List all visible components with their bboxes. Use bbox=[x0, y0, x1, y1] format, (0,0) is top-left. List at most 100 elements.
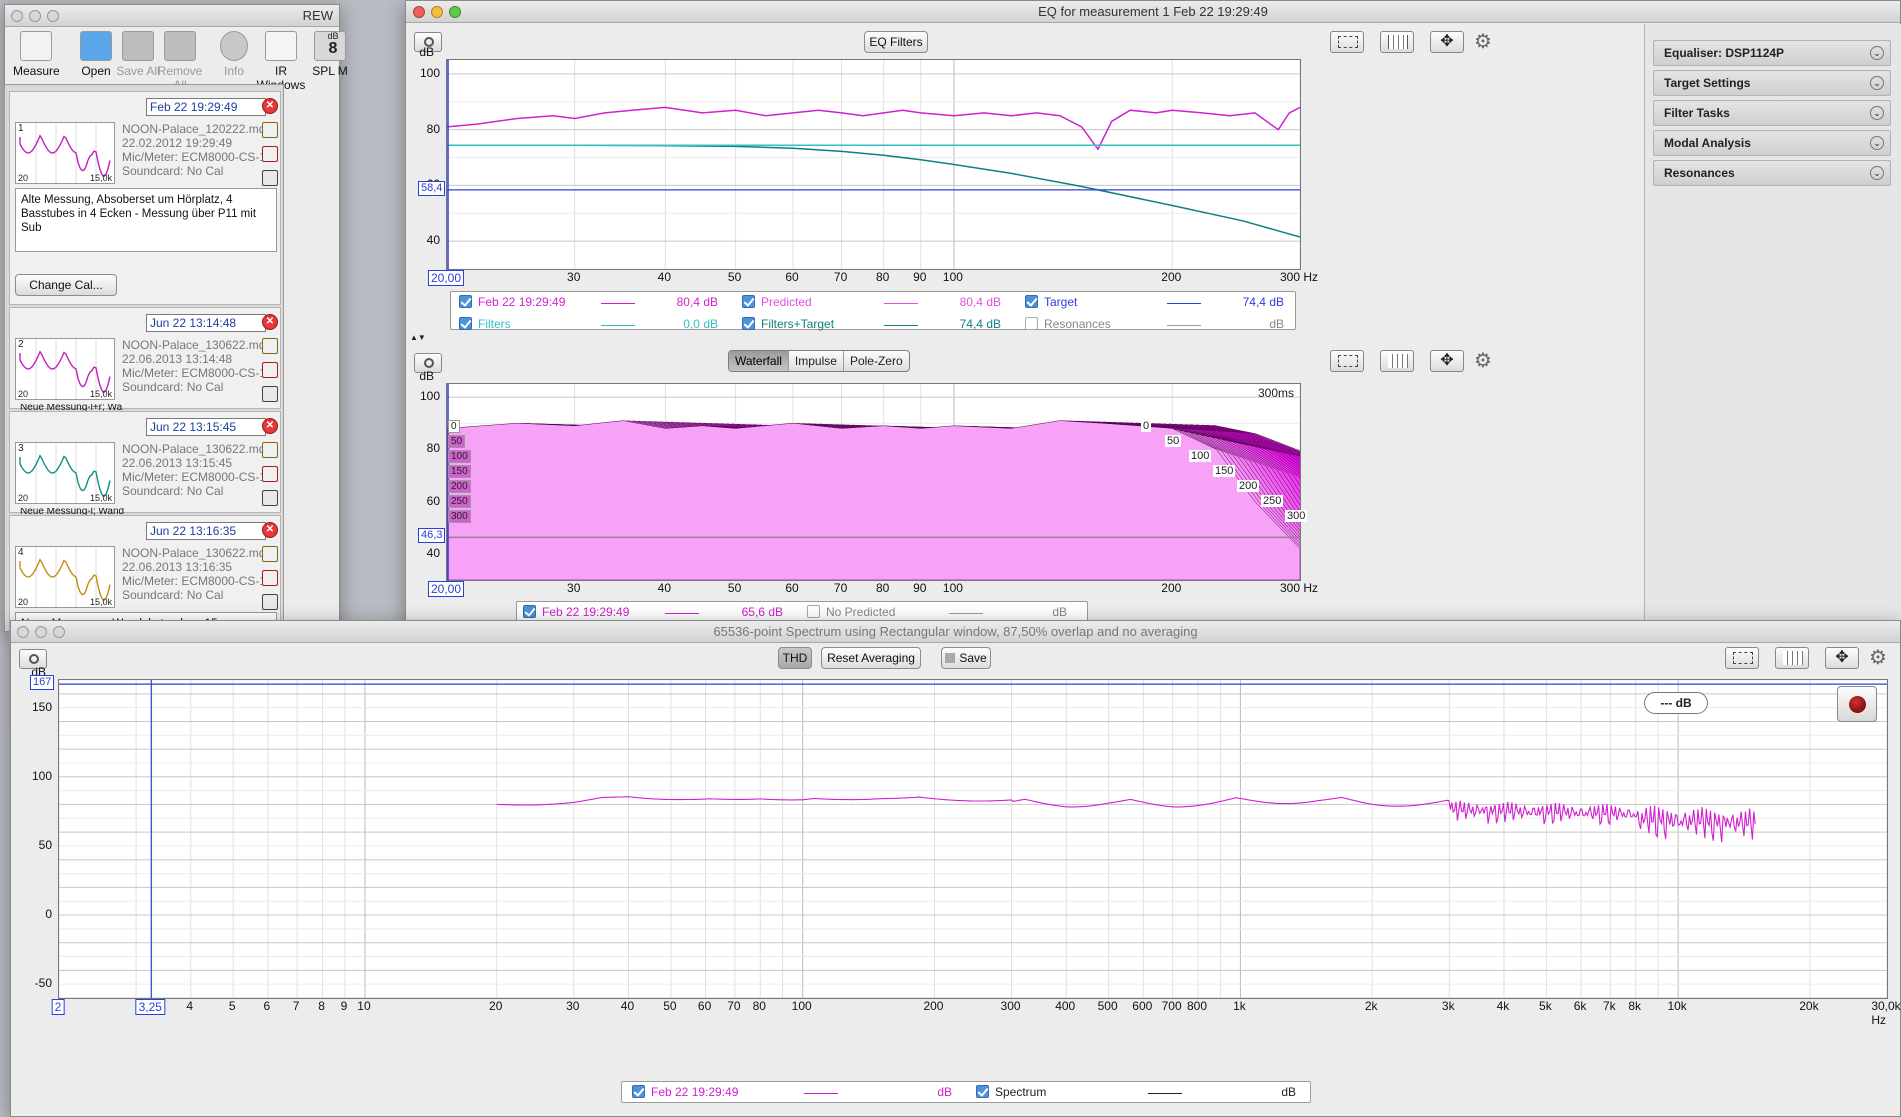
legend-checkbox[interactable] bbox=[742, 295, 755, 308]
legend-item[interactable]: Feb 22 19:29:49 80,4 dB bbox=[459, 295, 732, 311]
eq-minimize-button[interactable] bbox=[431, 6, 443, 18]
measurement-date[interactable]: Jun 22 13:14:48 bbox=[146, 314, 266, 332]
measurement-thumbnail[interactable]: 2 20 15,0k bbox=[15, 338, 115, 400]
legend-checkbox[interactable] bbox=[459, 317, 472, 330]
panel-header-equaliser-dsp1124p[interactable]: Equaliser: DSP1124P ⌄ bbox=[1653, 40, 1891, 66]
settings-gear-icon-top[interactable]: ⚙ bbox=[1474, 31, 1496, 53]
measurement-card[interactable]: Jun 22 13:15:45 ✕ 3 20 15,0k NOON-Palace_1306… bbox=[9, 411, 281, 516]
toolbar-measure-button[interactable]: Measure bbox=[13, 31, 60, 78]
legend-item[interactable]: Filters+Target 74,4 dB bbox=[742, 317, 1015, 333]
measurement-thumbnail[interactable]: 3 20 15,0k bbox=[15, 442, 115, 504]
toolbar-save-all-button[interactable]: Save All bbox=[115, 31, 161, 78]
eq-top-plot[interactable] bbox=[446, 59, 1301, 270]
legend-checkbox[interactable] bbox=[807, 605, 820, 618]
panel-header-modal-analysis[interactable]: Modal Analysis ⌄ bbox=[1653, 130, 1891, 156]
calibrate-icon[interactable] bbox=[262, 146, 278, 162]
edit-pencil-icon[interactable] bbox=[262, 122, 278, 138]
legend-item[interactable]: Predicted 80,4 dB bbox=[742, 295, 1015, 311]
legend-item[interactable]: Resonances dB bbox=[1025, 317, 1298, 333]
legend-item[interactable]: Target 74,4 dB bbox=[1025, 295, 1298, 311]
measurement-date[interactable]: Jun 22 13:15:45 bbox=[146, 418, 266, 436]
record-button[interactable] bbox=[1837, 686, 1877, 722]
legend-checkbox[interactable] bbox=[1025, 295, 1038, 308]
legend-item[interactable]: Feb 22 19:29:49 65,6 dB bbox=[523, 605, 797, 621]
measurement-card[interactable]: Jun 22 13:14:48 ✕ 2 20 15,0k NOON-Palace_1306… bbox=[9, 307, 281, 412]
spectrum-close-button[interactable] bbox=[17, 626, 29, 638]
measurement-date[interactable]: Jun 22 13:16:35 bbox=[146, 522, 266, 540]
spectrum-minimize-button[interactable] bbox=[35, 626, 47, 638]
remove-measurement-icon[interactable]: ✕ bbox=[262, 418, 278, 434]
spectrum-settings-gear-icon[interactable]: ⚙ bbox=[1869, 647, 1891, 669]
limits-icon-bottom bbox=[1338, 355, 1358, 367]
y-tick-label: 60 bbox=[426, 493, 440, 508]
toolbar-open-button[interactable]: Open bbox=[73, 31, 119, 78]
splitter-arrows-icon[interactable]: ▲▼ bbox=[410, 334, 426, 342]
toolbar-info-button[interactable]: Info bbox=[211, 31, 257, 78]
change-cal-button[interactable]: Change Cal... bbox=[15, 274, 117, 296]
edit-pencil-icon[interactable] bbox=[262, 546, 278, 562]
tab-impulse[interactable]: Impulse bbox=[789, 351, 844, 371]
panel-header-filter-tasks[interactable]: Filter Tasks ⌄ bbox=[1653, 100, 1891, 126]
close-window-button[interactable] bbox=[11, 10, 23, 22]
spectrum-columns-icon bbox=[1783, 651, 1803, 665]
toolbar-remove-all-button[interactable]: Remove All bbox=[157, 31, 203, 92]
calibrate-icon[interactable] bbox=[262, 466, 278, 482]
eq-zoom-button[interactable] bbox=[449, 6, 461, 18]
waterfall-plot[interactable] bbox=[446, 383, 1301, 581]
minimize-window-button[interactable] bbox=[29, 10, 41, 22]
thumb-menu-icon[interactable] bbox=[262, 594, 278, 610]
measurement-notes[interactable]: Alte Messung, Absoberset um Hörplatz, 4 … bbox=[15, 188, 277, 252]
save-button[interactable]: Save bbox=[941, 647, 991, 669]
controls-button-top[interactable] bbox=[1380, 31, 1414, 53]
legend-checkbox[interactable] bbox=[523, 605, 536, 618]
legend-checkbox[interactable] bbox=[459, 295, 472, 308]
tab-pole-zero[interactable]: Pole-Zero bbox=[844, 351, 909, 371]
panel-header-resonances[interactable]: Resonances ⌄ bbox=[1653, 160, 1891, 186]
edit-pencil-icon[interactable] bbox=[262, 338, 278, 354]
toolbar-ir-windows-button[interactable]: IR Windows bbox=[253, 31, 309, 92]
spectrum-limits-button[interactable] bbox=[1725, 647, 1759, 669]
legend-item[interactable]: Filters 0,0 dB bbox=[459, 317, 732, 333]
settings-gear-icon-bottom[interactable]: ⚙ bbox=[1474, 350, 1496, 372]
measurement-thumbnail[interactable]: 1 20 15,0k bbox=[15, 122, 115, 184]
remove-measurement-icon[interactable]: ✕ bbox=[262, 314, 278, 330]
pan-button-bottom[interactable]: ✥ bbox=[1430, 350, 1464, 372]
legend-checkbox[interactable] bbox=[976, 1085, 989, 1098]
legend-item[interactable]: No Predicted dB bbox=[807, 605, 1081, 621]
zoom-window-button[interactable] bbox=[47, 10, 59, 22]
thumb-menu-icon[interactable] bbox=[262, 490, 278, 506]
limits-button-top[interactable] bbox=[1330, 31, 1364, 53]
measurement-thumbnail[interactable]: 4 20 15,0k bbox=[15, 546, 115, 608]
legend-checkbox[interactable] bbox=[1025, 317, 1038, 330]
legend-item[interactable]: Feb 22 19:29:49 dB bbox=[632, 1085, 966, 1101]
thumb-menu-icon[interactable] bbox=[262, 386, 278, 402]
thumb-menu-icon[interactable] bbox=[262, 170, 278, 186]
calibrate-icon[interactable] bbox=[262, 570, 278, 586]
reset-averaging-button[interactable]: Reset Averaging bbox=[821, 647, 921, 669]
spectrum-zoom-button[interactable] bbox=[53, 626, 65, 638]
measurement-meta: NOON-Palace_130622.mdat 22.06.2013 13:16:… bbox=[122, 546, 262, 602]
remove-measurement-icon[interactable]: ✕ bbox=[262, 98, 278, 114]
panel-header-target-settings[interactable]: Target Settings ⌄ bbox=[1653, 70, 1891, 96]
legend-checkbox[interactable] bbox=[632, 1085, 645, 1098]
eq-close-button[interactable] bbox=[413, 6, 425, 18]
limits-button-bottom[interactable] bbox=[1330, 350, 1364, 372]
measurement-soundcard: Soundcard: No Cal bbox=[122, 588, 224, 602]
eq-filters-button[interactable]: EQ Filters bbox=[864, 31, 928, 53]
tab-waterfall[interactable]: Waterfall bbox=[729, 351, 789, 371]
remove-measurement-icon[interactable]: ✕ bbox=[262, 522, 278, 538]
pan-button-top[interactable]: ✥ bbox=[1430, 31, 1464, 53]
thd-button[interactable]: THD bbox=[778, 647, 812, 669]
calibrate-icon[interactable] bbox=[262, 362, 278, 378]
measurement-card[interactable]: Feb 22 19:29:49 ✕ 1 20 15,0k NOON-Palace_1202… bbox=[9, 91, 281, 305]
x-tick-label: 2 bbox=[51, 999, 65, 1015]
legend-item[interactable]: Spectrum dB bbox=[976, 1085, 1310, 1101]
legend-checkbox[interactable] bbox=[742, 317, 755, 330]
spectrum-plot[interactable]: --- dB bbox=[58, 679, 1888, 999]
controls-button-bottom[interactable] bbox=[1380, 350, 1414, 372]
spectrum-pan-button[interactable]: ✥ bbox=[1825, 647, 1859, 669]
edit-pencil-icon[interactable] bbox=[262, 442, 278, 458]
time-axis-label: 300ms bbox=[1258, 386, 1295, 400]
measurement-date[interactable]: Feb 22 19:29:49 bbox=[146, 98, 266, 116]
spectrum-controls-button[interactable] bbox=[1775, 647, 1809, 669]
